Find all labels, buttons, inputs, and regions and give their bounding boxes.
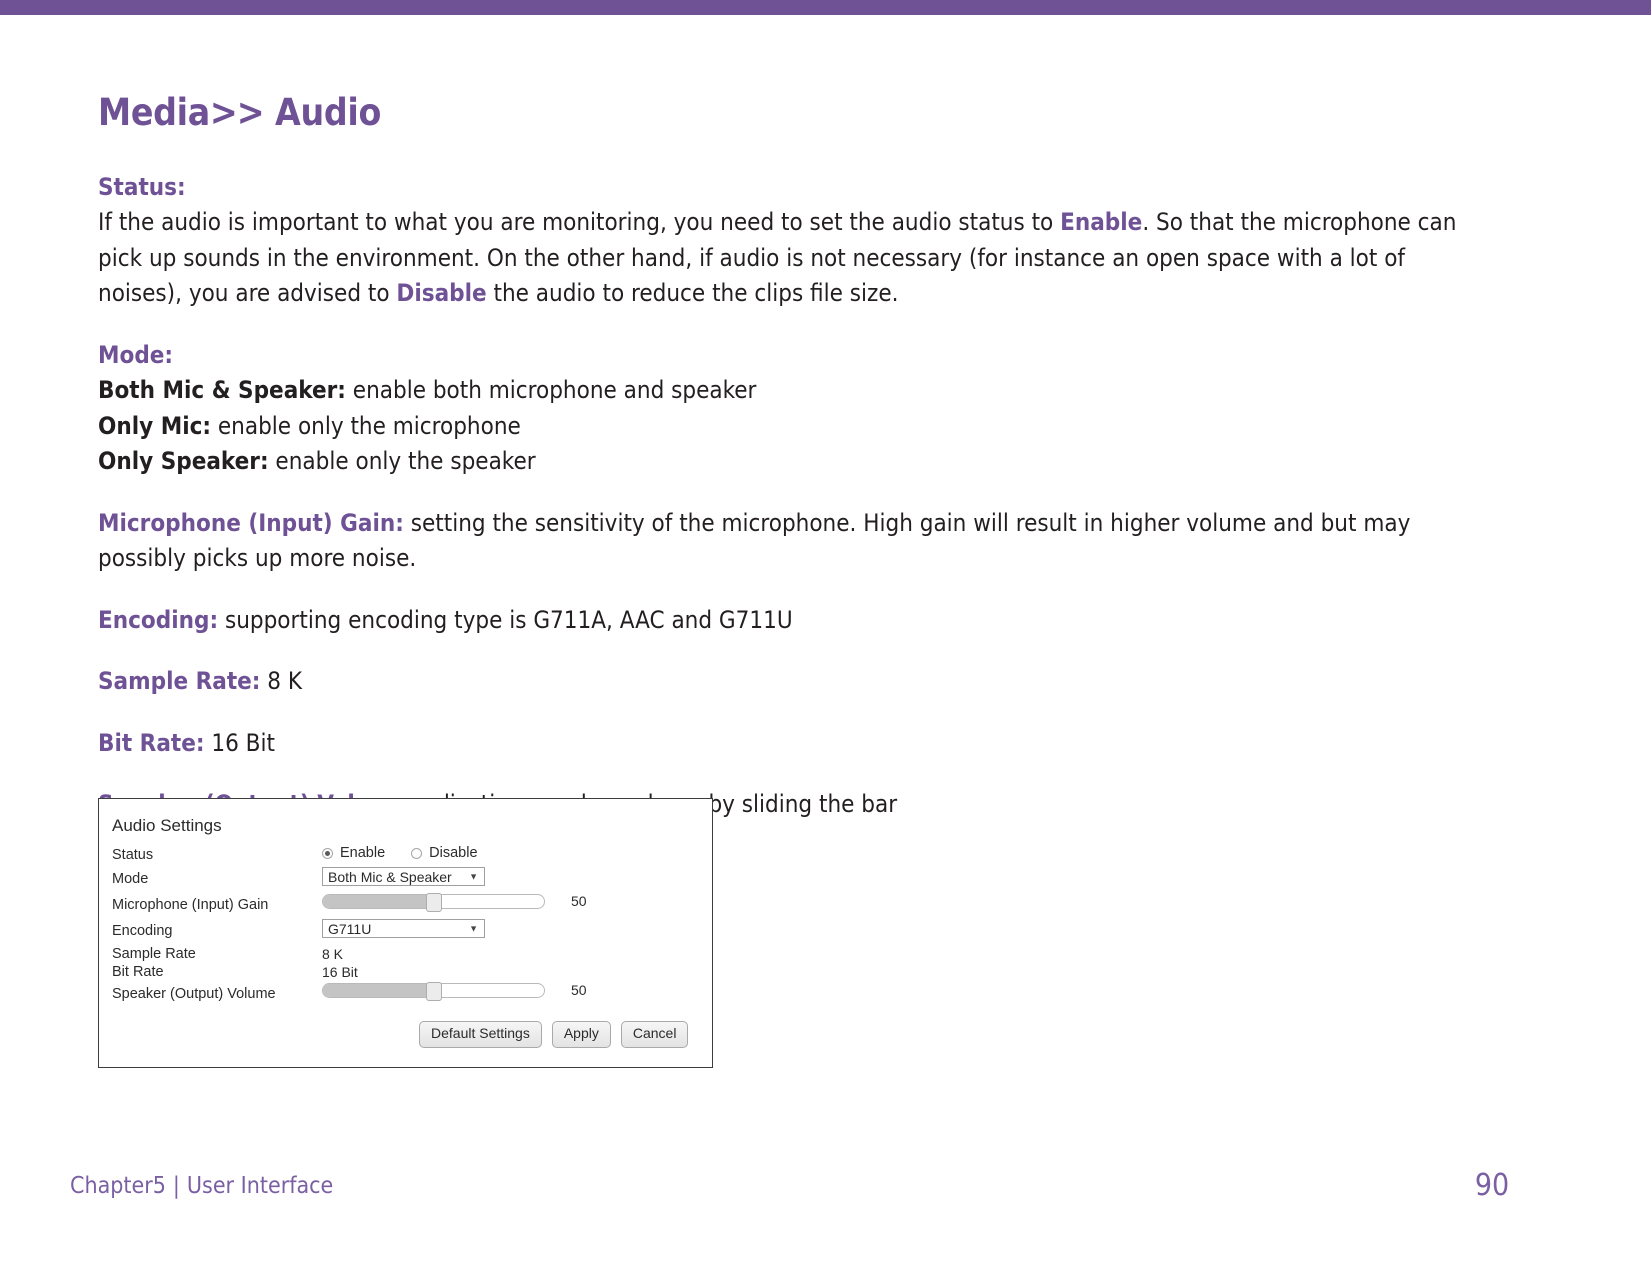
encoding-text: supporting encoding type is G711A, AAC a…: [218, 605, 793, 634]
chevron-down-icon-encoding: ▼: [469, 923, 478, 933]
document-content: Media>> Audio Status: If the audio is im…: [98, 91, 1498, 849]
sample-rate-paragraph: Sample Rate: 8 K: [98, 664, 1463, 700]
section-sample-rate: Sample Rate: 8 K: [98, 664, 1498, 700]
apply-button[interactable]: Apply: [551, 1021, 611, 1048]
sample-rate-label: Sample Rate:: [98, 667, 261, 696]
speaker-volume-slider-handle[interactable]: [425, 981, 442, 1001]
section-status: Status: If the audio is important to wha…: [98, 170, 1498, 312]
status-radio-group: Enable Disable: [322, 845, 478, 861]
panel-label-status: Status: [112, 847, 154, 863]
top-decorative-bar: [0, 0, 1651, 15]
panel-label-mic-gain: Microphone (Input) Gain: [112, 897, 269, 913]
cancel-button[interactable]: Cancel: [620, 1021, 689, 1048]
mode-desc-both: enable both microphone and speaker: [345, 376, 757, 405]
bit-rate-value: 16 Bit: [322, 964, 358, 980]
panel-label-sample-rate: Sample Rate: [112, 946, 196, 962]
speaker-volume-slider-wrap: 50: [322, 981, 587, 1001]
page-body: Media>> Audio Status: If the audio is im…: [0, 15, 1651, 1275]
page-title-main: Media: [98, 91, 210, 134]
mode-desc-mic: enable only the microphone: [211, 411, 521, 440]
mic-gain-label: Microphone (Input) Gain:: [98, 508, 404, 537]
bit-rate-label: Bit Rate:: [98, 728, 205, 757]
mode-label: Mode:: [98, 338, 1463, 374]
mode-term-speaker: Only Speaker:: [98, 447, 269, 476]
section-mic-gain: Microphone (Input) Gain: setting the sen…: [98, 506, 1498, 577]
sample-rate-value: 8 K: [322, 946, 344, 962]
footer-separator: |: [172, 1173, 180, 1199]
speaker-volume-value: 50: [571, 982, 587, 998]
speaker-volume-slider-fill: [323, 983, 434, 997]
footer: Chapter5 | User Interface: [70, 1173, 333, 1199]
encoding-select[interactable]: G711U ▼: [322, 919, 485, 938]
speaker-volume-slider[interactable]: [322, 981, 545, 1001]
status-text-3: the audio to reduce the clips file size.: [486, 279, 899, 308]
bit-rate-text: 16 Bit: [204, 728, 275, 757]
section-mode: Mode: Both Mic & Speaker: enable both mi…: [98, 338, 1498, 480]
panel-label-speaker-volume: Speaker (Output) Volume: [112, 986, 276, 1002]
mode-desc-speaker: enable only the speaker: [268, 447, 536, 476]
page-number: 90: [1474, 1168, 1510, 1203]
mic-gain-slider[interactable]: [322, 892, 545, 912]
panel-label-mode: Mode: [112, 871, 149, 887]
radio-disable-label: Disable: [429, 845, 478, 861]
bit-rate-paragraph: Bit Rate: 16 Bit: [98, 726, 1463, 762]
panel-label-bit-rate: Bit Rate: [112, 964, 164, 980]
section-encoding: Encoding: supporting encoding type is G7…: [98, 603, 1498, 639]
mic-gain-slider-fill: [323, 894, 434, 908]
mic-gain-value: 50: [571, 893, 587, 909]
radio-option-enable[interactable]: Enable: [322, 845, 385, 861]
sample-rate-text: 8 K: [260, 667, 303, 696]
status-text-1: If the audio is important to what you ar…: [98, 208, 1061, 237]
mic-gain-paragraph: Microphone (Input) Gain: setting the sen…: [98, 506, 1463, 577]
mode-item-speaker: Only Speaker: enable only the speaker: [98, 444, 1463, 480]
mic-gain-slider-handle[interactable]: [425, 892, 442, 912]
page-title-chevrons: >>: [209, 91, 265, 134]
encoding-paragraph: Encoding: supporting encoding type is G7…: [98, 603, 1463, 639]
mode-item-mic: Only Mic: enable only the microphone: [98, 409, 1463, 445]
status-label: Status:: [98, 170, 1463, 206]
mode-item-both: Both Mic & Speaker: enable both micropho…: [98, 373, 1463, 409]
radio-disable-icon[interactable]: [411, 847, 423, 859]
panel-label-encoding: Encoding: [112, 923, 173, 939]
radio-enable-icon[interactable]: [322, 847, 333, 859]
page-title: Media>> Audio: [98, 91, 1498, 134]
chevron-down-icon: ▼: [469, 871, 478, 881]
panel-button-row: Default Settings Apply Cancel: [419, 1021, 689, 1048]
mode-label-text: Mode:: [98, 340, 174, 369]
mode-select-wrap: Both Mic & Speaker ▼: [322, 867, 485, 886]
status-highlight-enable: Enable: [1060, 208, 1143, 237]
mode-term-both: Both Mic & Speaker:: [98, 376, 346, 405]
status-label-text: Status:: [98, 172, 186, 201]
encoding-select-wrap: G711U ▼: [322, 919, 485, 938]
mic-gain-slider-wrap: 50: [322, 892, 587, 912]
mode-select-value: Both Mic & Speaker: [328, 868, 452, 885]
default-settings-button[interactable]: Default Settings: [419, 1021, 542, 1048]
encoding-select-value: G711U: [328, 920, 372, 937]
footer-section: User Interface: [186, 1173, 334, 1199]
footer-chapter: Chapter5: [70, 1173, 166, 1199]
radio-enable-label: Enable: [340, 845, 386, 861]
section-bit-rate: Bit Rate: 16 Bit: [98, 726, 1498, 762]
audio-settings-title: Audio Settings: [112, 816, 222, 835]
mode-term-mic: Only Mic:: [98, 411, 212, 440]
status-paragraph: If the audio is important to what you ar…: [98, 205, 1463, 312]
encoding-label: Encoding:: [98, 605, 219, 634]
status-highlight-disable: Disable: [396, 279, 487, 308]
mode-select[interactable]: Both Mic & Speaker ▼: [322, 867, 485, 886]
radio-option-disable[interactable]: Disable: [411, 845, 478, 861]
page-title-sub: Audio: [263, 91, 382, 134]
audio-settings-screenshot: Audio Settings Status Enable Disable Mod…: [98, 798, 713, 1068]
